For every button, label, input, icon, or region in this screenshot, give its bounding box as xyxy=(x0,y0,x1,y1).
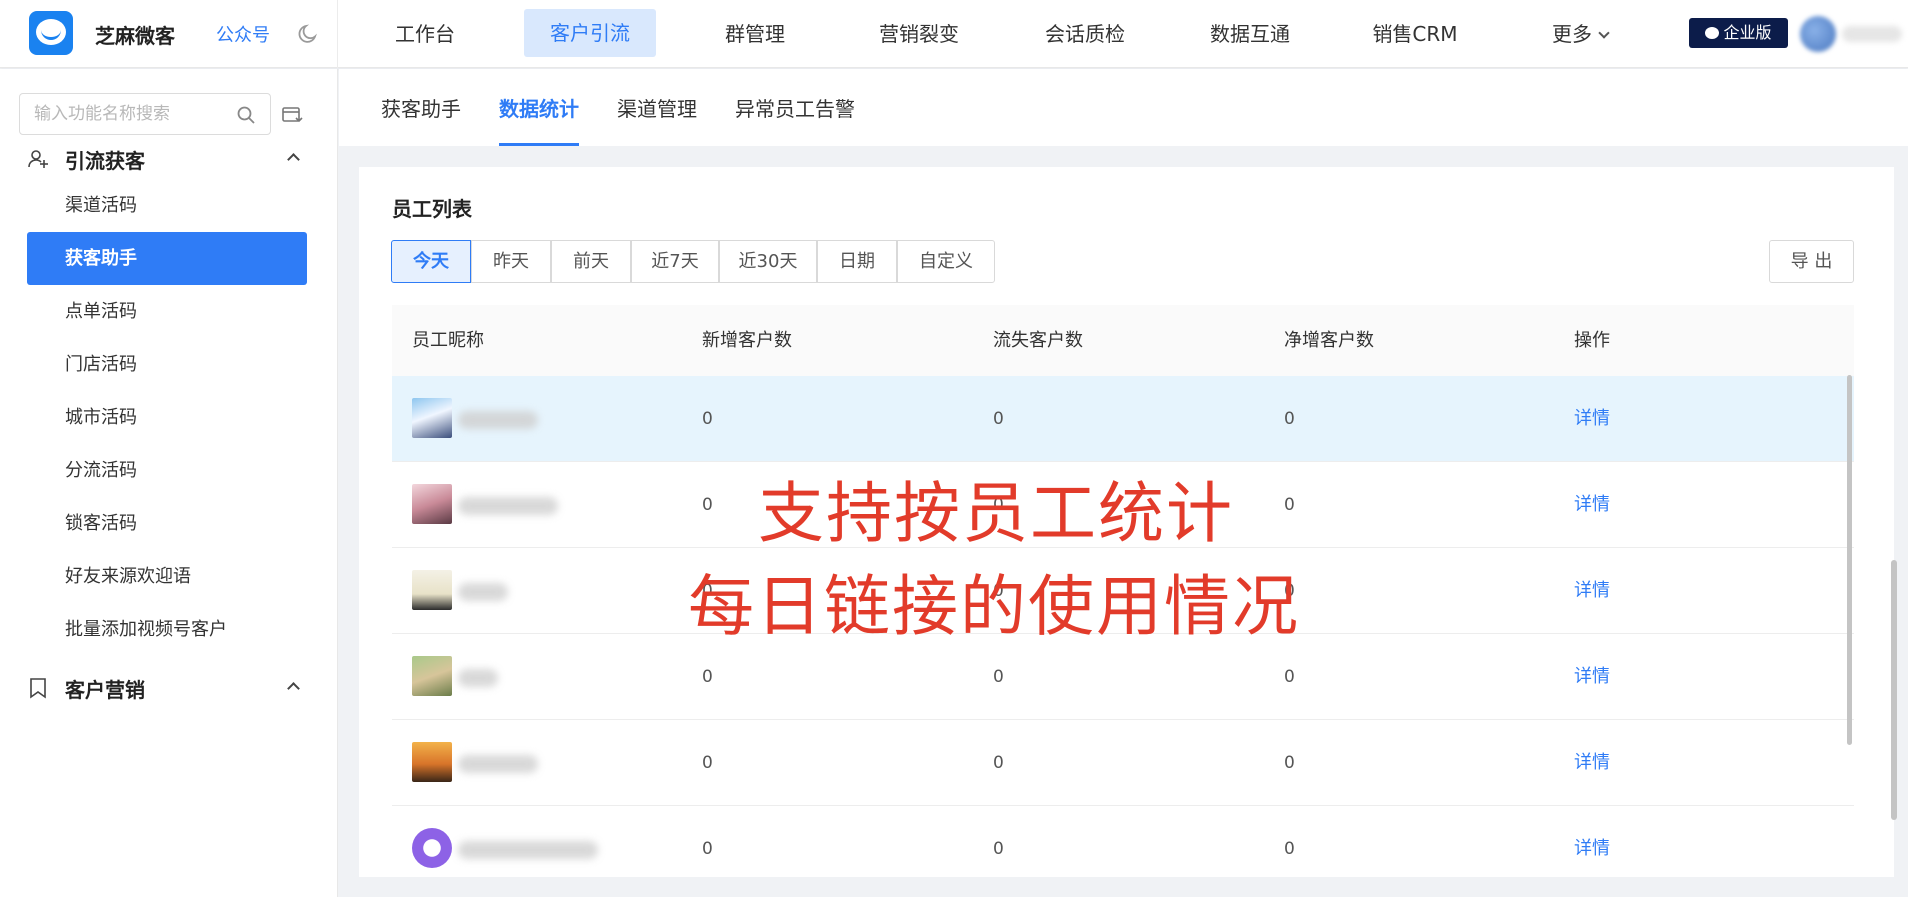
nav-workbench[interactable]: 工作台 xyxy=(378,0,472,68)
sidebar-item-channel-qrcode[interactable]: 渠道活码 xyxy=(27,179,307,232)
employee-avatar xyxy=(412,570,452,610)
promo-overlay-line2: 每日链接的使用情况 xyxy=(688,568,1300,645)
employee-name-blurred xyxy=(458,583,508,601)
dark-mode-moon-icon[interactable] xyxy=(296,22,320,46)
function-search-input[interactable] xyxy=(34,104,224,124)
sidebar-item-store-qrcode[interactable]: 门店活码 xyxy=(27,338,307,391)
employee-name-blurred xyxy=(458,497,558,515)
search-icon[interactable] xyxy=(236,105,256,125)
sidebar-item-order-qrcode[interactable]: 点单活码 xyxy=(27,285,307,338)
card-title: 员工列表 xyxy=(392,197,472,221)
add-user-icon xyxy=(28,150,48,168)
menu-group-traffic-acquisition[interactable]: 引流获客 xyxy=(27,143,307,173)
sub-tab-bar: 获客助手 数据统计 渠道管理 异常员工告警 xyxy=(339,69,1908,146)
new-customers-cell: 0 xyxy=(702,409,713,429)
lost-customers-cell: 0 xyxy=(993,839,1004,859)
table-row[interactable]: 0 0 0 详情 xyxy=(392,376,1854,462)
date-filter-today[interactable]: 今天 xyxy=(391,240,471,283)
employee-avatar xyxy=(412,656,452,696)
chevron-up-icon xyxy=(287,153,300,166)
table-row[interactable]: 0 0 0 详情 xyxy=(392,720,1854,806)
nav-sales-crm[interactable]: 销售CRM xyxy=(1360,0,1470,68)
function-search-box xyxy=(19,93,271,135)
menu-group-label: 客户营销 xyxy=(65,678,145,702)
employee-name-blurred xyxy=(458,669,498,687)
nav-marketing-fission[interactable]: 营销裂变 xyxy=(864,0,974,68)
new-customers-cell: 0 xyxy=(702,839,713,859)
column-header: 员工昵称 xyxy=(412,330,484,351)
table-header: 员工昵称 新增客户数 流失客户数 净增客户数 操作 xyxy=(392,305,1854,376)
date-filter-30days[interactable]: 近30天 xyxy=(719,240,817,283)
page-scrollbar[interactable] xyxy=(1891,560,1897,820)
date-filter-day-before[interactable]: 前天 xyxy=(551,240,631,283)
details-link[interactable]: 详情 xyxy=(1574,462,1610,548)
chevron-down-icon xyxy=(1598,27,1610,39)
employee-name-blurred xyxy=(458,411,538,429)
nav-more-label: 更多 xyxy=(1552,22,1592,46)
collapse-menu-icon[interactable] xyxy=(281,104,303,126)
nav-session-qc[interactable]: 会话质检 xyxy=(1030,0,1140,68)
employee-avatar xyxy=(412,742,452,782)
nav-divider xyxy=(337,0,338,68)
table-scrollbar[interactable] xyxy=(1847,375,1852,745)
net-customers-cell: 0 xyxy=(1284,839,1295,859)
column-header: 新增客户数 xyxy=(702,330,792,351)
user-avatar[interactable] xyxy=(1800,16,1836,52)
app-logo-icon[interactable] xyxy=(29,11,73,55)
details-link[interactable]: 详情 xyxy=(1574,720,1610,806)
sidebar-item-friend-welcome[interactable]: 好友来源欢迎语 xyxy=(27,550,307,603)
top-navbar: 芝麻微客 公众号 工作台 客户引流 群管理 营销裂变 会话质检 数据互通 销售C… xyxy=(0,0,1908,68)
net-customers-cell: 0 xyxy=(1284,753,1295,773)
new-customers-cell: 0 xyxy=(702,753,713,773)
tab-channel-management[interactable]: 渠道管理 xyxy=(617,93,697,146)
tab-acquisition-assistant[interactable]: 获客助手 xyxy=(381,93,461,146)
column-header: 流失客户数 xyxy=(993,330,1083,351)
nav-group-management[interactable]: 群管理 xyxy=(708,0,802,68)
date-filter-yesterday[interactable]: 昨天 xyxy=(471,240,551,283)
sidebar-item-city-qrcode[interactable]: 城市活码 xyxy=(27,391,307,444)
details-link[interactable]: 详情 xyxy=(1574,806,1610,877)
bookmark-icon xyxy=(30,678,46,699)
sidebar-item-split-qrcode[interactable]: 分流活码 xyxy=(27,444,307,497)
date-filter-custom[interactable]: 自定义 xyxy=(897,240,995,283)
employee-name-blurred xyxy=(458,755,538,773)
employee-avatar xyxy=(412,398,452,438)
tab-data-statistics[interactable]: 数据统计 xyxy=(499,93,579,146)
details-link[interactable]: 详情 xyxy=(1574,634,1610,720)
employee-avatar xyxy=(412,828,452,868)
menu-group-customer-marketing[interactable]: 客户营销 xyxy=(27,672,307,702)
lost-customers-cell: 0 xyxy=(993,753,1004,773)
enterprise-edition-label: 企业版 xyxy=(1723,23,1772,42)
column-header: 操作 xyxy=(1574,330,1610,351)
date-filter-7days[interactable]: 近7天 xyxy=(631,240,719,283)
menu-group-label: 引流获客 xyxy=(65,149,145,173)
table-row[interactable]: 0 0 0 详情 xyxy=(392,806,1854,877)
export-button[interactable]: 导 出 xyxy=(1769,240,1854,283)
enterprise-edition-badge[interactable]: 企业版 xyxy=(1689,18,1788,48)
chat-bubble-icon xyxy=(1705,27,1720,39)
brand-name: 芝麻微客 xyxy=(95,24,175,48)
sidebar-item-lock-qrcode[interactable]: 锁客活码 xyxy=(27,497,307,550)
net-customers-cell: 0 xyxy=(1284,495,1295,515)
employee-name-blurred xyxy=(458,841,598,859)
sidebar-item-batch-add-video[interactable]: 批量添加视频号客户 xyxy=(27,603,307,656)
user-name-blurred[interactable] xyxy=(1842,26,1902,42)
date-filter-date[interactable]: 日期 xyxy=(817,240,897,283)
nav-customer-acquisition[interactable]: 客户引流 xyxy=(524,9,656,57)
nav-more[interactable]: 更多 xyxy=(1540,0,1620,68)
tab-abnormal-employee-alert[interactable]: 异常员工告警 xyxy=(735,93,855,146)
official-account-link[interactable]: 公众号 xyxy=(216,21,270,47)
lost-customers-cell: 0 xyxy=(993,409,1004,429)
nav-data-interop[interactable]: 数据互通 xyxy=(1195,0,1305,68)
chevron-up-icon xyxy=(287,682,300,695)
promo-overlay-line1: 支持按员工统计 xyxy=(758,475,1234,552)
sidebar-item-acquisition-assistant[interactable]: 获客助手 xyxy=(27,232,307,285)
new-customers-cell: 0 xyxy=(702,495,713,515)
employee-avatar xyxy=(412,484,452,524)
net-customers-cell: 0 xyxy=(1284,409,1295,429)
sidebar: 引流获客 渠道活码 获客助手 点单活码 门店活码 城市活码 分流活码 锁客活码 … xyxy=(0,69,338,897)
details-link[interactable]: 详情 xyxy=(1574,548,1610,634)
column-header: 净增客户数 xyxy=(1284,330,1374,351)
details-link[interactable]: 详情 xyxy=(1574,376,1610,462)
